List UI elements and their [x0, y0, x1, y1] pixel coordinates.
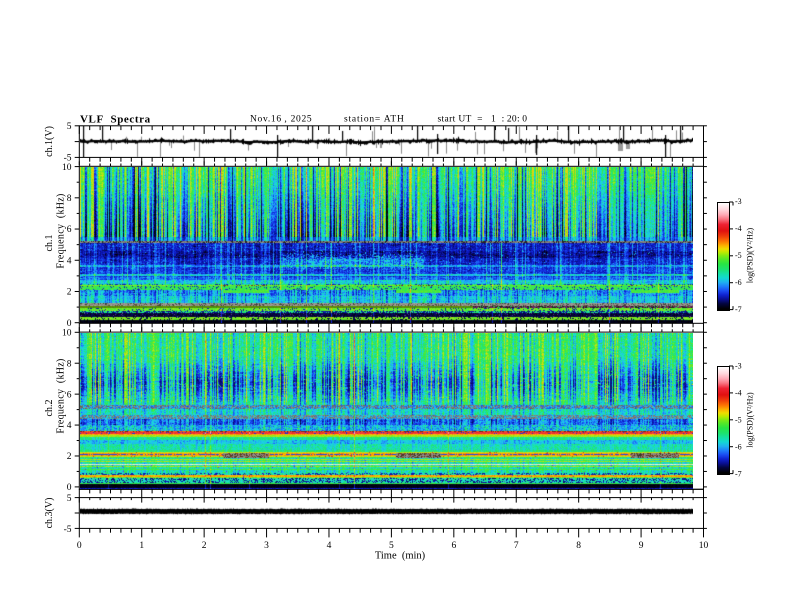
svg-text:10: 10 [62, 329, 72, 339]
svg-text:-3: -3 [735, 197, 742, 206]
svg-text:-7: -7 [735, 305, 742, 314]
svg-text:-5: -5 [64, 525, 72, 535]
svg-text:Nov.16 , 2025: Nov.16 , 2025 [250, 115, 312, 125]
svg-text:0: 0 [77, 541, 82, 551]
svg-text:-5: -5 [735, 415, 742, 424]
svg-text:-5: -5 [735, 251, 742, 260]
svg-text:Time (min): Time (min) [375, 551, 426, 562]
svg-text:10: 10 [699, 541, 709, 551]
svg-text:6: 6 [67, 390, 72, 400]
svg-text:3: 3 [264, 541, 269, 551]
svg-text:-7: -7 [735, 469, 742, 478]
svg-text:8: 8 [67, 194, 72, 204]
svg-text:-4: -4 [735, 224, 742, 233]
svg-text:5: 5 [67, 122, 72, 132]
svg-text:log(PSD)(V²/Hz): log(PSD)(V²/Hz) [746, 228, 755, 284]
svg-text:8: 8 [576, 541, 581, 551]
svg-text:ch.2: ch.2 [44, 400, 55, 417]
svg-text:-6: -6 [735, 278, 742, 287]
svg-text:-4: -4 [735, 388, 742, 397]
svg-text:9: 9 [639, 541, 644, 551]
svg-text:VLF Spectra: VLF Spectra [80, 114, 151, 126]
svg-text:7: 7 [514, 541, 519, 551]
svg-text:log(PSD)(V²/Hz): log(PSD)(V²/Hz) [746, 392, 755, 448]
svg-text:-5: -5 [64, 153, 72, 163]
svg-text:6: 6 [451, 541, 456, 551]
svg-text:4: 4 [327, 541, 332, 551]
svg-text:start UT = 1 : 20: 0: start UT = 1 : 20: 0 [438, 115, 528, 125]
svg-text:10: 10 [62, 163, 72, 173]
svg-text:4: 4 [67, 256, 72, 266]
svg-text:ch.1(V): ch.1(V) [44, 126, 55, 157]
svg-text:Frequency (kHz): Frequency (kHz) [56, 358, 67, 433]
svg-text:5: 5 [67, 494, 72, 504]
svg-text:0: 0 [67, 483, 72, 493]
svg-text:ch.1: ch.1 [44, 235, 55, 252]
svg-text:8: 8 [67, 359, 72, 369]
svg-text:2: 2 [202, 541, 207, 551]
svg-text:2: 2 [67, 452, 72, 462]
svg-text:1: 1 [139, 541, 144, 551]
svg-text:5: 5 [389, 541, 394, 551]
svg-text:station= ATH: station= ATH [344, 115, 405, 125]
svg-text:ch.3(V): ch.3(V) [44, 498, 55, 529]
svg-text:2: 2 [67, 288, 72, 298]
svg-text:4: 4 [67, 421, 72, 431]
svg-text:-3: -3 [735, 361, 742, 370]
svg-text:6: 6 [67, 225, 72, 235]
svg-text:Frequency (kHz): Frequency (kHz) [56, 193, 67, 268]
svg-text:-6: -6 [735, 442, 742, 451]
